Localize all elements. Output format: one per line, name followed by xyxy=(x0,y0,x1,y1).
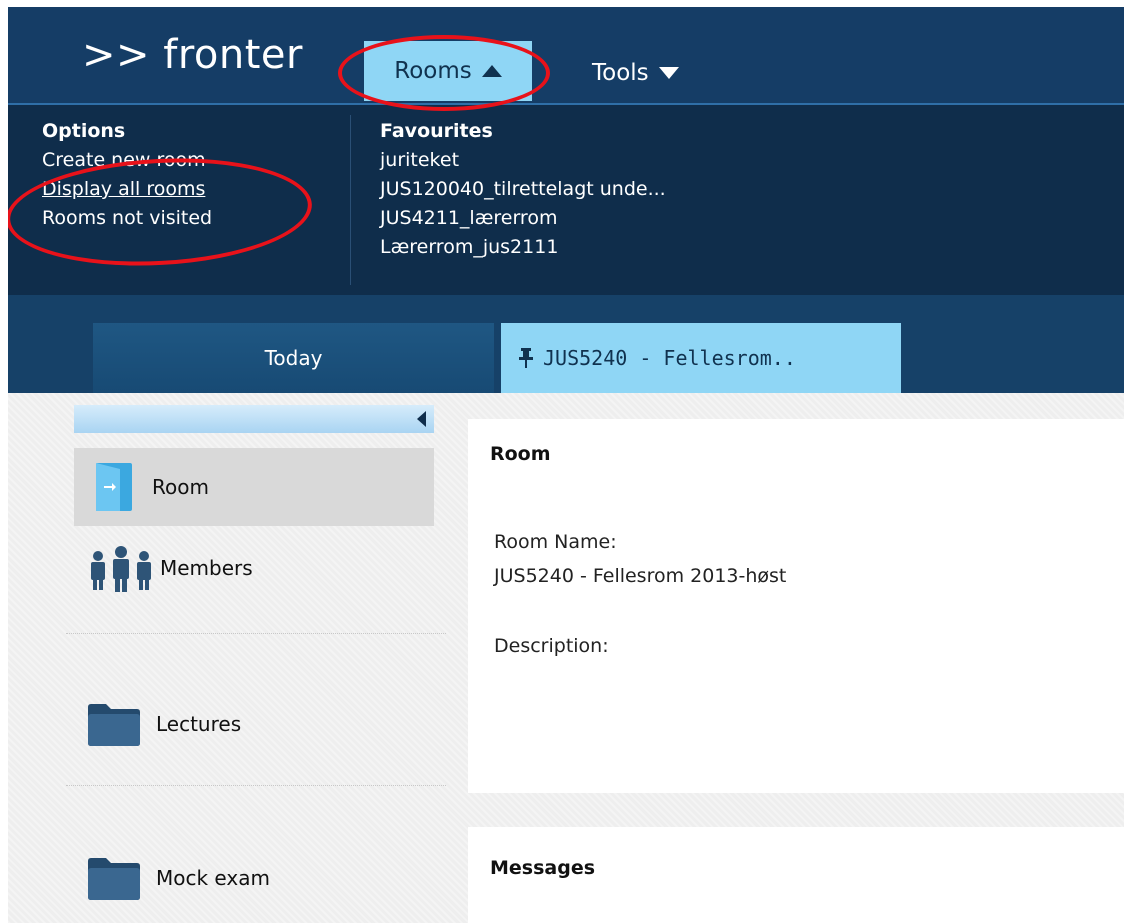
rooms-dropdown: Options Create new room Display all room… xyxy=(8,105,1124,295)
column-divider xyxy=(350,115,351,285)
messages-panel-title: Messages xyxy=(490,857,596,879)
sidebar-item-members[interactable]: Members xyxy=(74,533,434,603)
sidebar-collapse-bar[interactable] xyxy=(74,405,434,433)
favourites-column: Favourites juriteket JUS120040_tilrettel… xyxy=(380,117,666,262)
favourite-item[interactable]: JUS4211_lærerrom xyxy=(380,204,666,233)
sidebar-item-lectures[interactable]: Lectures xyxy=(74,689,434,759)
app-frame: >> fronter Rooms Tools Options Create ne… xyxy=(8,7,1124,923)
rooms-not-visited-link[interactable]: Rooms not visited xyxy=(42,204,212,233)
create-new-room-link[interactable]: Create new room xyxy=(42,146,212,175)
tab-room-label: JUS5240 - Fellesrom.. xyxy=(543,346,796,370)
sidebar-item-label: Members xyxy=(160,556,253,580)
favourite-item[interactable]: JUS120040_tilrettelagt unde... xyxy=(380,175,666,204)
favourites-heading: Favourites xyxy=(380,120,493,142)
tools-label: Tools xyxy=(592,60,649,86)
favourite-item[interactable]: juriteket xyxy=(380,146,666,175)
rooms-menu-button[interactable]: Rooms xyxy=(364,41,532,101)
caret-up-icon xyxy=(481,65,502,77)
room-info-panel: Room Room Name: JUS5240 - Fellesrom 2013… xyxy=(468,419,1124,793)
messages-panel: Messages xyxy=(468,827,1124,923)
fronter-logo[interactable]: >> fronter xyxy=(82,33,303,77)
room-sidebar: Room Members Lectures Mock exam xyxy=(66,393,446,923)
room-name-value: JUS5240 - Fellesrom 2013-høst xyxy=(494,565,787,587)
description-label: Description: xyxy=(494,635,609,657)
tab-today-label: Today xyxy=(264,346,323,370)
sidebar-item-mock-exam[interactable]: Mock exam xyxy=(74,843,434,913)
caret-down-icon xyxy=(658,67,679,79)
tab-room[interactable]: JUS5240 - Fellesrom.. xyxy=(501,323,901,393)
sidebar-item-label: Lectures xyxy=(156,712,242,736)
people-icon xyxy=(91,546,151,592)
favourite-item[interactable]: Lærerrom_jus2111 xyxy=(380,233,666,262)
sidebar-divider xyxy=(66,633,446,635)
room-name-label: Room Name: xyxy=(494,531,617,553)
pin-icon xyxy=(519,348,533,368)
tools-menu-button[interactable]: Tools xyxy=(592,51,679,95)
folder-icon xyxy=(88,858,140,900)
tab-bar: Today JUS5240 - Fellesrom.. xyxy=(8,295,1124,393)
rooms-label: Rooms xyxy=(394,58,472,84)
folder-icon xyxy=(88,704,140,746)
sidebar-item-label: Mock exam xyxy=(156,866,270,890)
tab-today[interactable]: Today xyxy=(93,323,494,393)
room-panel-title: Room xyxy=(490,443,551,465)
display-all-rooms-link[interactable]: Display all rooms xyxy=(42,175,212,204)
options-heading: Options xyxy=(42,120,126,142)
sidebar-item-room[interactable]: Room xyxy=(74,448,434,526)
collapse-left-icon xyxy=(417,411,426,427)
top-navigation: >> fronter Rooms Tools xyxy=(8,7,1124,105)
sidebar-item-label: Room xyxy=(152,475,209,499)
sidebar-divider xyxy=(66,785,446,787)
options-column: Options Create new room Display all room… xyxy=(42,117,212,233)
door-icon xyxy=(96,463,132,511)
